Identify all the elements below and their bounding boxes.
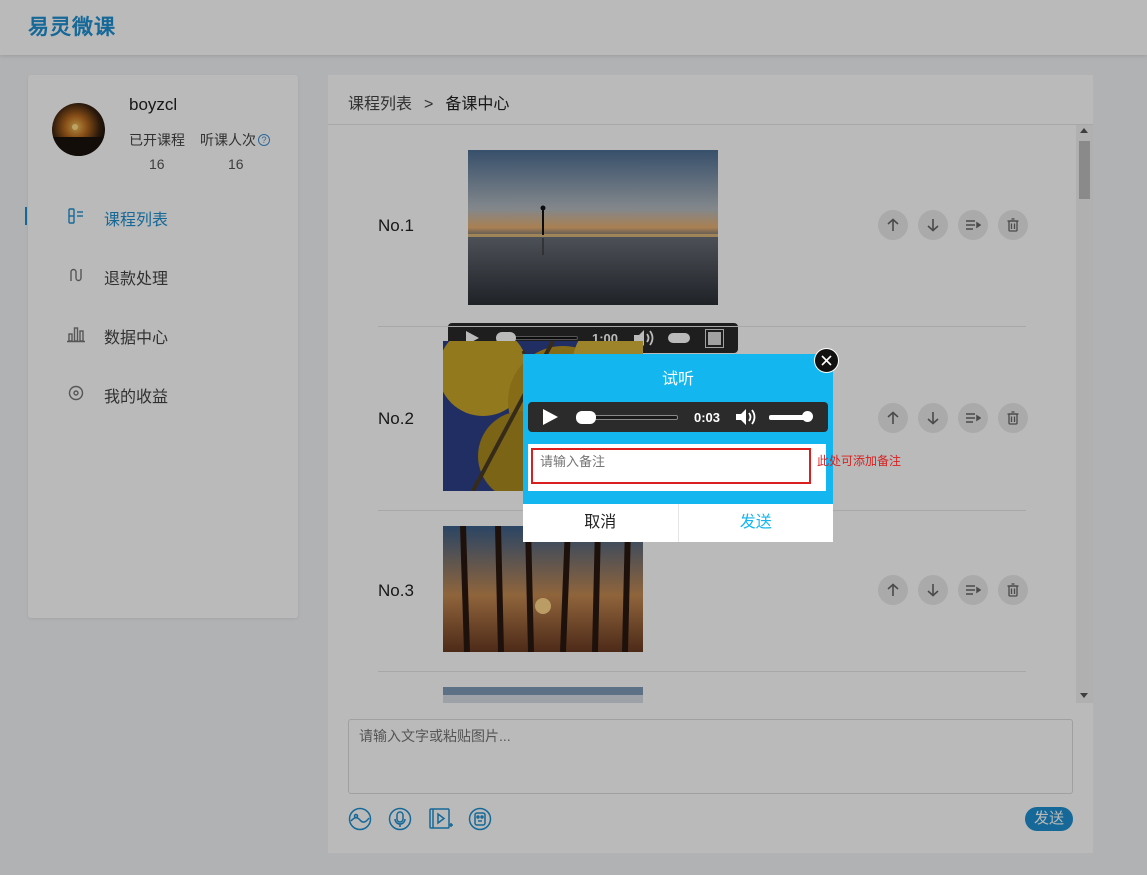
- note-area: [528, 444, 826, 491]
- audio-time: 0:03: [694, 410, 721, 425]
- volume-handle[interactable]: [802, 411, 813, 422]
- audio-player: 0:03: [528, 402, 828, 432]
- preview-modal: 试听 0:03 取消 发送: [523, 348, 839, 542]
- modal-footer: 取消 发送: [523, 504, 833, 542]
- close-button[interactable]: [814, 348, 839, 373]
- cancel-button[interactable]: 取消: [523, 504, 679, 542]
- close-icon: [821, 355, 832, 366]
- note-hint: 此处可添加备注: [817, 454, 902, 468]
- audio-progress-handle[interactable]: [576, 411, 596, 424]
- note-input[interactable]: [531, 448, 811, 484]
- modal-title: 试听: [661, 371, 694, 388]
- play-icon[interactable]: [541, 408, 559, 426]
- volume-icon[interactable]: [734, 408, 758, 426]
- modal-send-button[interactable]: 发送: [679, 504, 834, 542]
